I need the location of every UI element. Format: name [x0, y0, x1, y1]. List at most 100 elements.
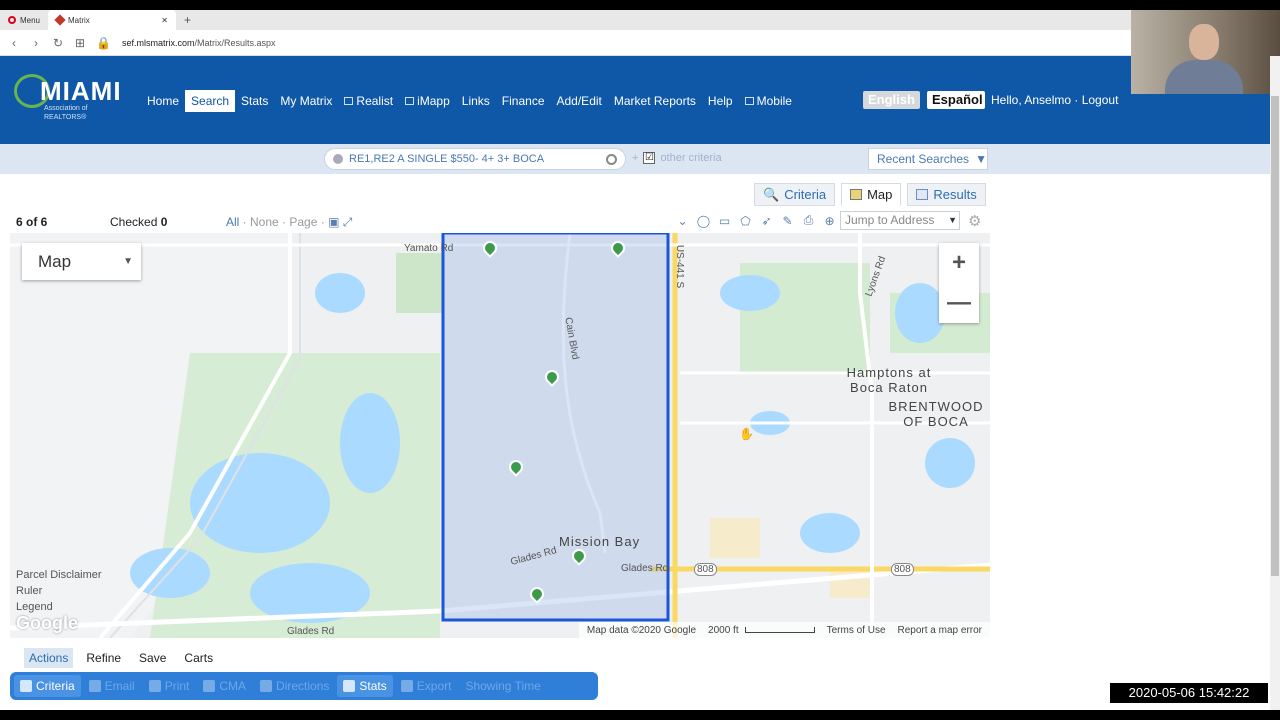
- locate-icon[interactable]: ⊕: [821, 212, 838, 229]
- print-icon: [148, 680, 161, 692]
- nav-mobile-label: Mobile: [756, 94, 792, 108]
- collapse-icon[interactable]: ⌄: [674, 212, 691, 229]
- nav-help[interactable]: Help: [702, 90, 739, 112]
- jump-to-address-select[interactable]: Jump to Address ▼: [840, 211, 960, 230]
- stats-button-label: Stats: [359, 679, 387, 693]
- nav-links[interactable]: Links: [456, 90, 496, 112]
- url-field[interactable]: sef.mlsmatrix.com/Matrix/Results.aspx: [122, 38, 276, 48]
- search-icon[interactable]: [606, 153, 617, 165]
- zoom-out-button[interactable]: —: [939, 283, 979, 323]
- page-scrollbar[interactable]: [1270, 56, 1280, 710]
- clear-search-icon[interactable]: [333, 154, 343, 164]
- forward-icon[interactable]: ›: [30, 36, 42, 50]
- pencil-tool-icon[interactable]: ✎: [779, 212, 796, 229]
- map-graphics: [10, 233, 990, 638]
- espanol-button[interactable]: Español: [927, 91, 985, 109]
- google-logo: Google: [16, 613, 78, 633]
- nav-home[interactable]: Home: [141, 90, 185, 112]
- jump-to-address-label: Jump to Address: [845, 213, 935, 227]
- tab-title: Matrix: [68, 15, 90, 25]
- tab-map[interactable]: Map: [841, 183, 902, 206]
- webcam-person-head: [1189, 24, 1219, 60]
- opera-menu-tab[interactable]: Menu: [0, 10, 48, 30]
- reload-icon[interactable]: ↻: [52, 36, 64, 50]
- terms-of-use-link[interactable]: Terms of Use: [827, 625, 886, 636]
- stats-button[interactable]: Stats: [337, 675, 393, 697]
- select-page-link[interactable]: Page: [289, 215, 317, 229]
- print-map-icon[interactable]: ⎙: [800, 212, 817, 229]
- export-button[interactable]: Export: [395, 675, 458, 697]
- directions-button-label: Directions: [276, 679, 330, 693]
- map-lake: [190, 453, 330, 553]
- directions-button[interactable]: Directions: [254, 675, 335, 697]
- nav-search[interactable]: Search: [185, 90, 236, 112]
- scrollbar-thumb[interactable]: [1271, 96, 1279, 576]
- tab-criteria[interactable]: 🔍 Criteria: [754, 183, 836, 206]
- nav-realist[interactable]: Realist: [338, 90, 399, 112]
- showing-time-button[interactable]: Showing Time: [459, 675, 546, 697]
- tab-carts[interactable]: Carts: [179, 648, 218, 668]
- english-button[interactable]: English: [863, 91, 920, 109]
- email-button[interactable]: Email: [83, 675, 141, 697]
- select-draw-icon[interactable]: ⤢: [343, 215, 353, 229]
- scale-bar: [744, 626, 815, 633]
- other-criteria-checkbox[interactable]: ☑: [643, 152, 656, 164]
- nav-my-matrix[interactable]: My Matrix: [274, 90, 338, 112]
- cma-button[interactable]: CMA: [197, 675, 252, 697]
- parcel-disclaimer-link[interactable]: Parcel Disclaimer: [16, 567, 102, 583]
- quick-search-input[interactable]: RE1,RE2 A SINGLE $550- 4+ 3+ BOCA: [324, 148, 626, 170]
- label-brentwood: BRENTWOOD OF BOCA: [888, 399, 984, 429]
- report-map-error-link[interactable]: Report a map error: [898, 625, 982, 636]
- ruler-link[interactable]: Ruler: [16, 583, 102, 599]
- external-link-icon: [344, 97, 354, 105]
- quick-search-value: RE1,RE2 A SINGLE $550- 4+ 3+ BOCA: [349, 153, 545, 165]
- nav-finance[interactable]: Finance: [496, 90, 551, 112]
- nav-market-reports[interactable]: Market Reports: [608, 90, 702, 112]
- label-glades-rd: Glades Rd: [621, 563, 669, 574]
- export-icon: [400, 680, 413, 692]
- tab-actions[interactable]: Actions: [24, 648, 74, 668]
- select-checked-icon[interactable]: ▣: [328, 215, 339, 229]
- user-greeting-logout[interactable]: Hello, Anselmo · Logout: [991, 93, 1118, 107]
- selection-links: All · None · Page · ▣ ⤢: [226, 215, 353, 229]
- hand-cursor-icon: ✋: [739, 427, 754, 441]
- gear-icon[interactable]: ⚙: [968, 212, 981, 230]
- directions-icon: [260, 680, 273, 692]
- email-button-label: Email: [104, 679, 135, 693]
- other-criteria[interactable]: + ☑ other criteria: [632, 152, 722, 164]
- select-none-link[interactable]: None: [250, 215, 279, 229]
- zoom-in-button[interactable]: +: [939, 243, 979, 283]
- tab-results[interactable]: Results: [907, 183, 986, 206]
- polygon-tool-icon[interactable]: ⬠: [737, 212, 754, 229]
- nav-stats[interactable]: Stats: [235, 90, 274, 112]
- map-yellow-area: [830, 568, 870, 598]
- pointer-tool-icon[interactable]: ➶: [758, 212, 775, 229]
- recent-searches-dropdown[interactable]: Recent Searches ▼: [868, 148, 988, 170]
- circle-tool-icon[interactable]: ◯: [695, 212, 712, 229]
- rectangle-tool-icon[interactable]: ▭: [716, 212, 733, 229]
- showing-time-button-label: Showing Time: [465, 679, 541, 693]
- map-type-select[interactable]: Map ▼: [22, 243, 141, 280]
- map-scale[interactable]: 2000 ft: [708, 625, 815, 636]
- new-tab-icon[interactable]: +: [184, 10, 191, 30]
- miami-realtors-logo[interactable]: MIAMI Association of REALTORS®: [14, 74, 128, 128]
- tab-save[interactable]: Save: [134, 648, 171, 668]
- map-canvas[interactable]: Yamato Rd Cain Blvd US-441 S Lyons Rd Ha…: [10, 233, 990, 638]
- nav-mobile[interactable]: Mobile: [739, 90, 798, 112]
- tab-refine[interactable]: Refine: [81, 648, 126, 668]
- map-type-label: Map: [38, 252, 72, 271]
- criteria-button[interactable]: Criteria: [14, 675, 81, 697]
- nav-imapp[interactable]: iMapp: [399, 90, 456, 112]
- nav-add-edit[interactable]: Add/Edit: [551, 90, 608, 112]
- zoom-control: + —: [939, 243, 979, 323]
- close-tab-icon[interactable]: ✕: [161, 16, 168, 25]
- checked-count: Checked 0: [110, 215, 167, 229]
- bottom-black-bar: [0, 710, 1280, 720]
- browser-tab-matrix[interactable]: Matrix ✕: [48, 10, 176, 30]
- webcam-overlay: [1131, 10, 1280, 94]
- back-icon[interactable]: ‹: [8, 36, 20, 50]
- print-button[interactable]: Print: [143, 675, 196, 697]
- select-all-link[interactable]: All: [226, 215, 239, 229]
- speed-dial-icon[interactable]: ⊞: [74, 36, 86, 50]
- label-glades-rd: Glades Rd: [287, 626, 335, 637]
